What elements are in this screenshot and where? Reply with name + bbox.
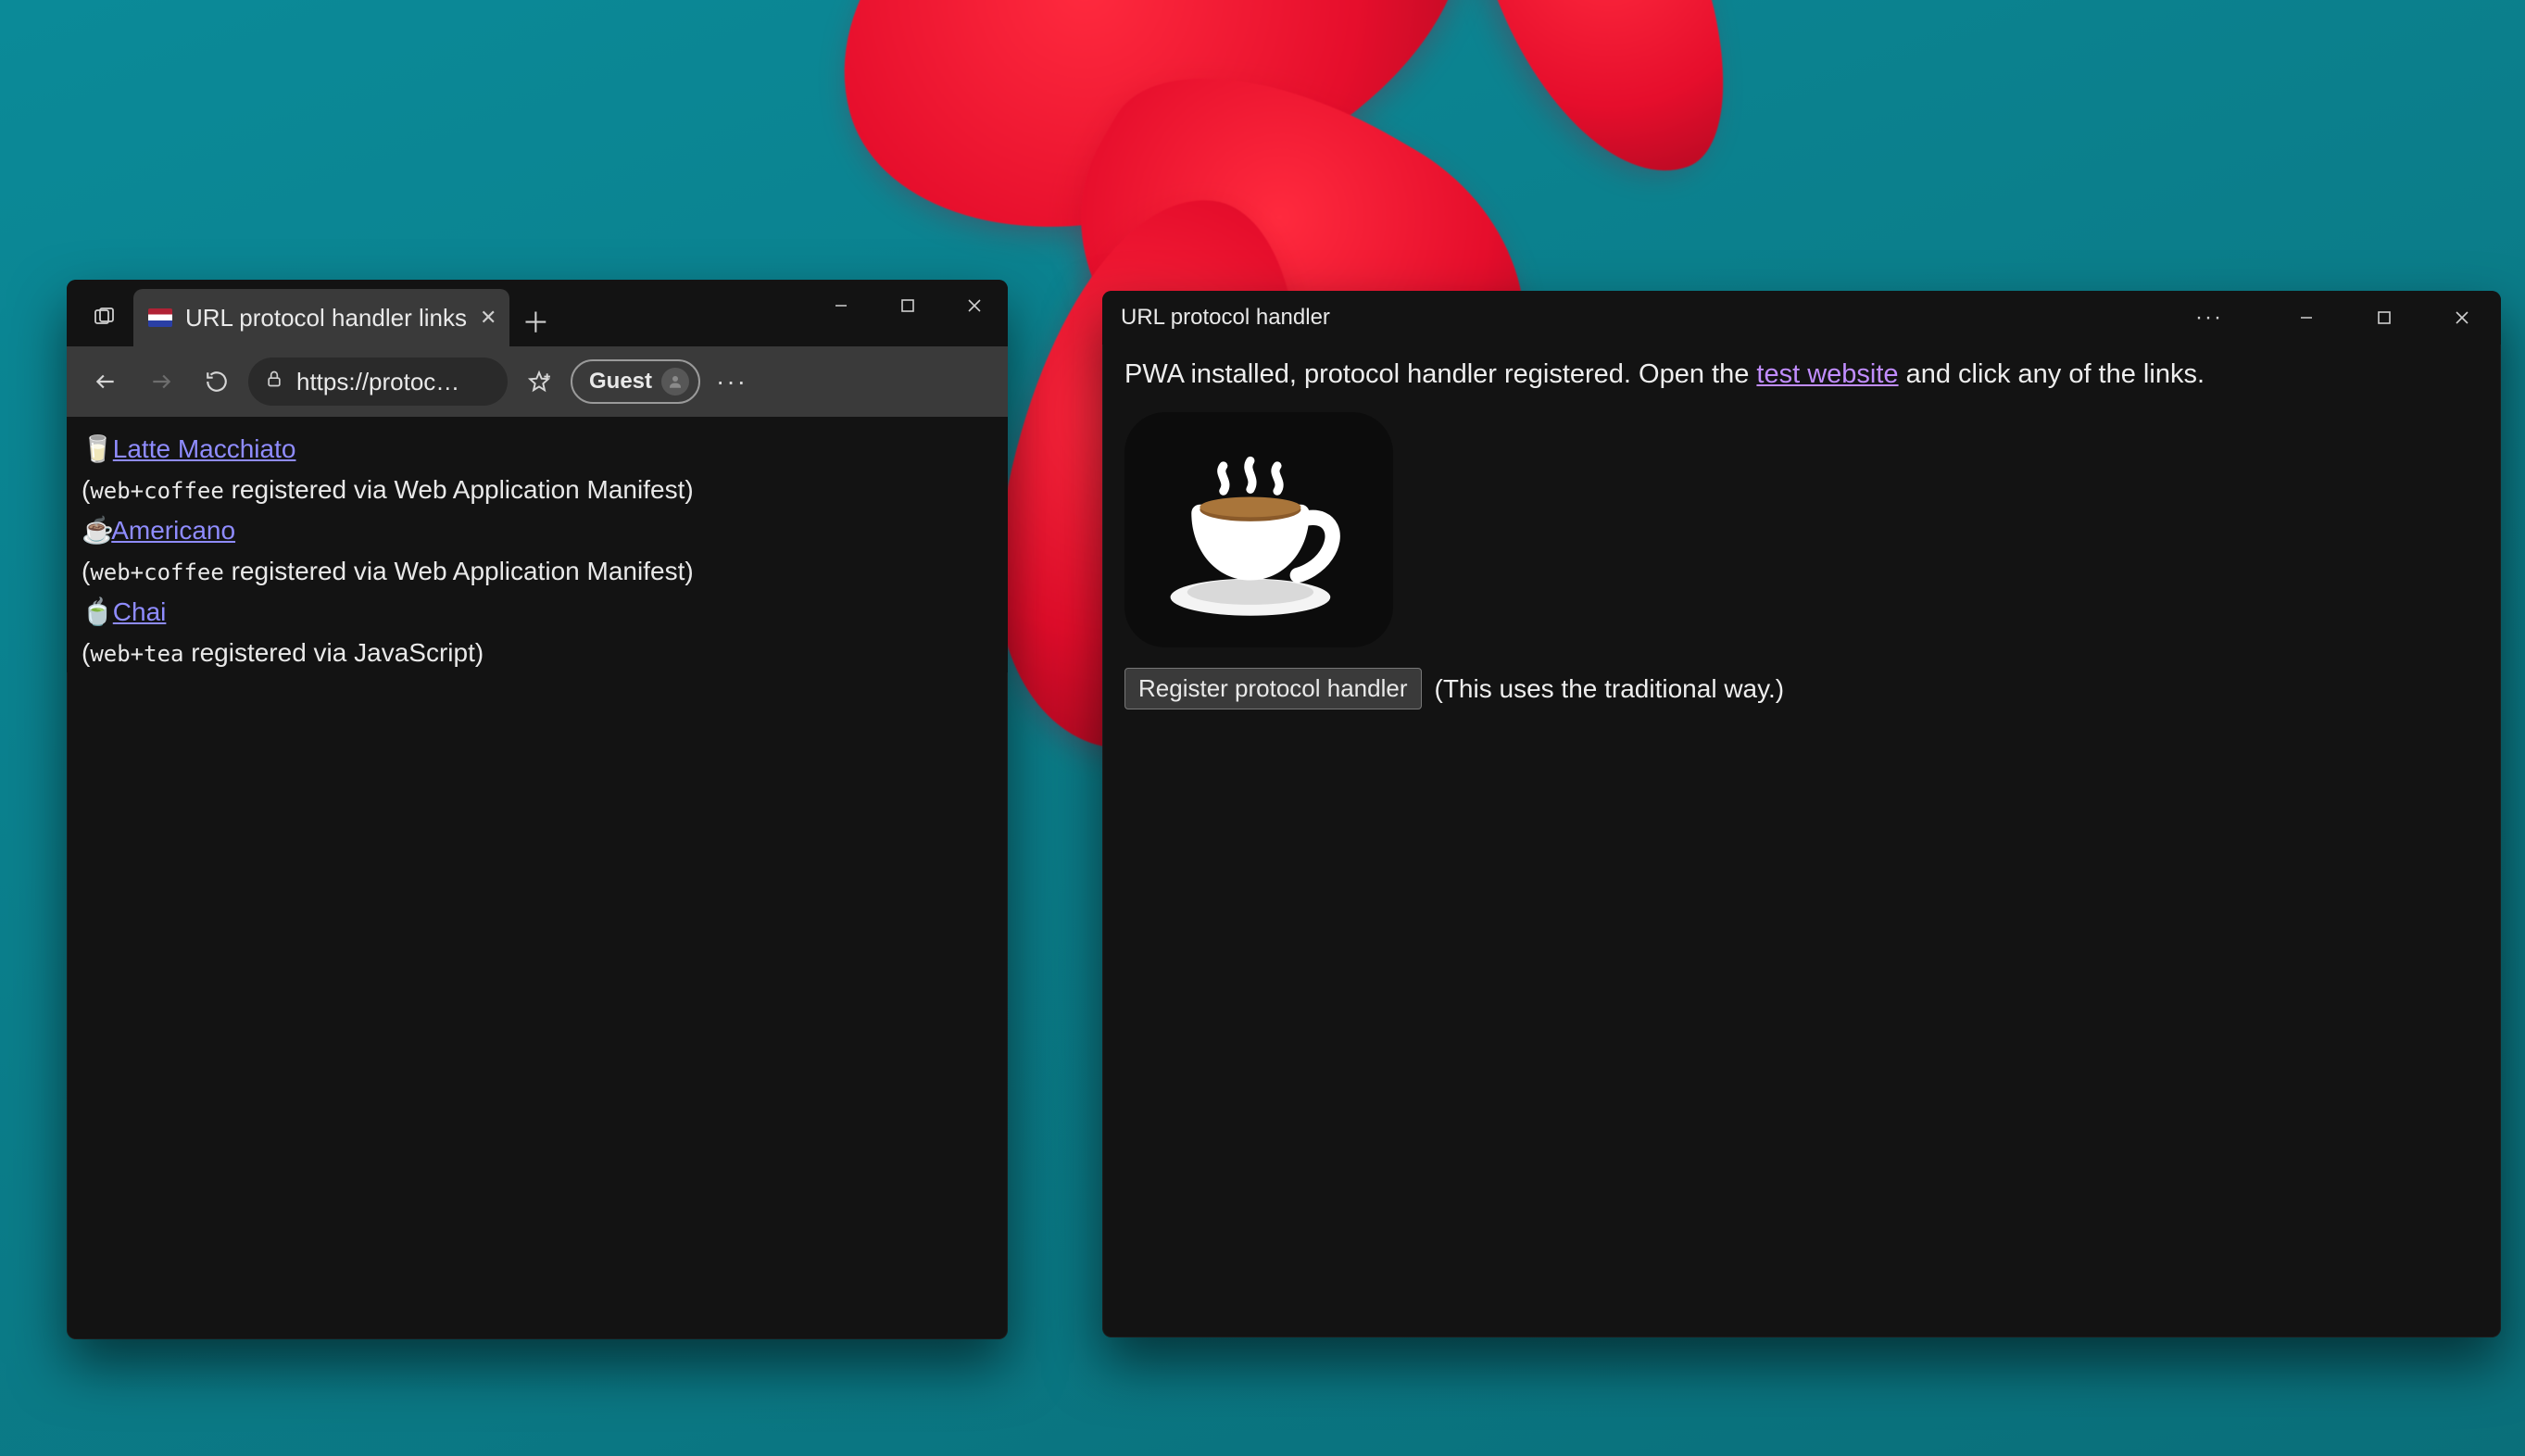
new-tab-button[interactable]: ＋	[509, 295, 561, 346]
avatar-icon	[661, 368, 689, 395]
tea-icon: 🍵	[82, 593, 106, 632]
close-button[interactable]	[2423, 291, 2501, 345]
pwa-window: URL protocol handler ··· PWA installed, …	[1102, 291, 2501, 1337]
pwa-content: PWA installed, protocol handler register…	[1102, 345, 2501, 724]
window-controls	[808, 280, 1008, 332]
favorites-button[interactable]	[515, 358, 563, 406]
link-americano[interactable]: Americano	[111, 516, 235, 545]
register-protocol-handler-button[interactable]: Register protocol handler	[1124, 668, 1422, 709]
refresh-button[interactable]	[193, 358, 241, 406]
tab-favicon	[148, 308, 172, 327]
minimize-button[interactable]	[2267, 291, 2345, 345]
tab-close-icon[interactable]: ✕	[480, 306, 496, 330]
tab-title: URL protocol handler links	[185, 304, 467, 333]
coffee-icon: ☕	[82, 511, 106, 550]
forward-button[interactable]	[137, 358, 185, 406]
list-item: 🥛 Latte Macchiato	[82, 430, 993, 469]
address-text: https://protoc…	[296, 368, 459, 396]
list-item: 🍵 Chai	[82, 593, 993, 632]
browser-toolbar: https://protoc… Guest ···	[67, 346, 1008, 417]
link-chai[interactable]: Chai	[113, 597, 167, 626]
app-logo	[1124, 412, 1393, 647]
maximize-button[interactable]	[2345, 291, 2423, 345]
cup-icon: 🥛	[82, 430, 106, 469]
more-menu-button[interactable]: ···	[708, 358, 756, 406]
maximize-button[interactable]	[874, 280, 941, 332]
close-button[interactable]	[941, 280, 1008, 332]
coffee-cup-icon	[1157, 437, 1361, 622]
list-item-note: (web+coffee registered via Web Applicati…	[82, 471, 993, 509]
back-button[interactable]	[82, 358, 130, 406]
list-item-note: (web+tea registered via JavaScript)	[82, 634, 993, 672]
list-item: ☕ Americano	[82, 511, 993, 550]
lock-icon	[265, 369, 283, 395]
tab-actions-button[interactable]	[74, 287, 133, 346]
more-menu-button[interactable]: ···	[2195, 291, 2223, 345]
window-title: URL protocol handler	[1121, 305, 1330, 331]
browser-tab-active[interactable]: URL protocol handler links ✕	[133, 289, 509, 346]
link-test-website[interactable]: test website	[1756, 359, 1898, 389]
register-note: (This uses the traditional way.)	[1435, 674, 1785, 704]
link-latte-macchiato[interactable]: Latte Macchiato	[113, 434, 296, 463]
pwa-titlebar[interactable]: URL protocol handler ···	[1102, 291, 2501, 345]
profile-label: Guest	[589, 369, 652, 395]
address-bar[interactable]: https://protoc…	[248, 358, 508, 406]
page-content: 🥛 Latte Macchiato (web+coffee registered…	[67, 417, 1008, 672]
status-text: PWA installed, protocol handler register…	[1124, 359, 2479, 390]
register-row: Register protocol handler (This uses the…	[1124, 668, 2479, 709]
minimize-button[interactable]	[808, 280, 874, 332]
profile-button[interactable]: Guest	[571, 359, 700, 404]
browser-window: URL protocol handler links ✕ ＋	[67, 280, 1008, 1339]
window-controls	[2267, 291, 2501, 345]
wallpaper-petal	[1440, 0, 1765, 208]
list-item-note: (web+coffee registered via Web Applicati…	[82, 552, 993, 591]
desktop: URL protocol handler links ✕ ＋	[0, 0, 2525, 1456]
browser-titlebar[interactable]: URL protocol handler links ✕ ＋	[67, 280, 1008, 346]
tab-strip: URL protocol handler links ✕ ＋	[67, 280, 561, 346]
